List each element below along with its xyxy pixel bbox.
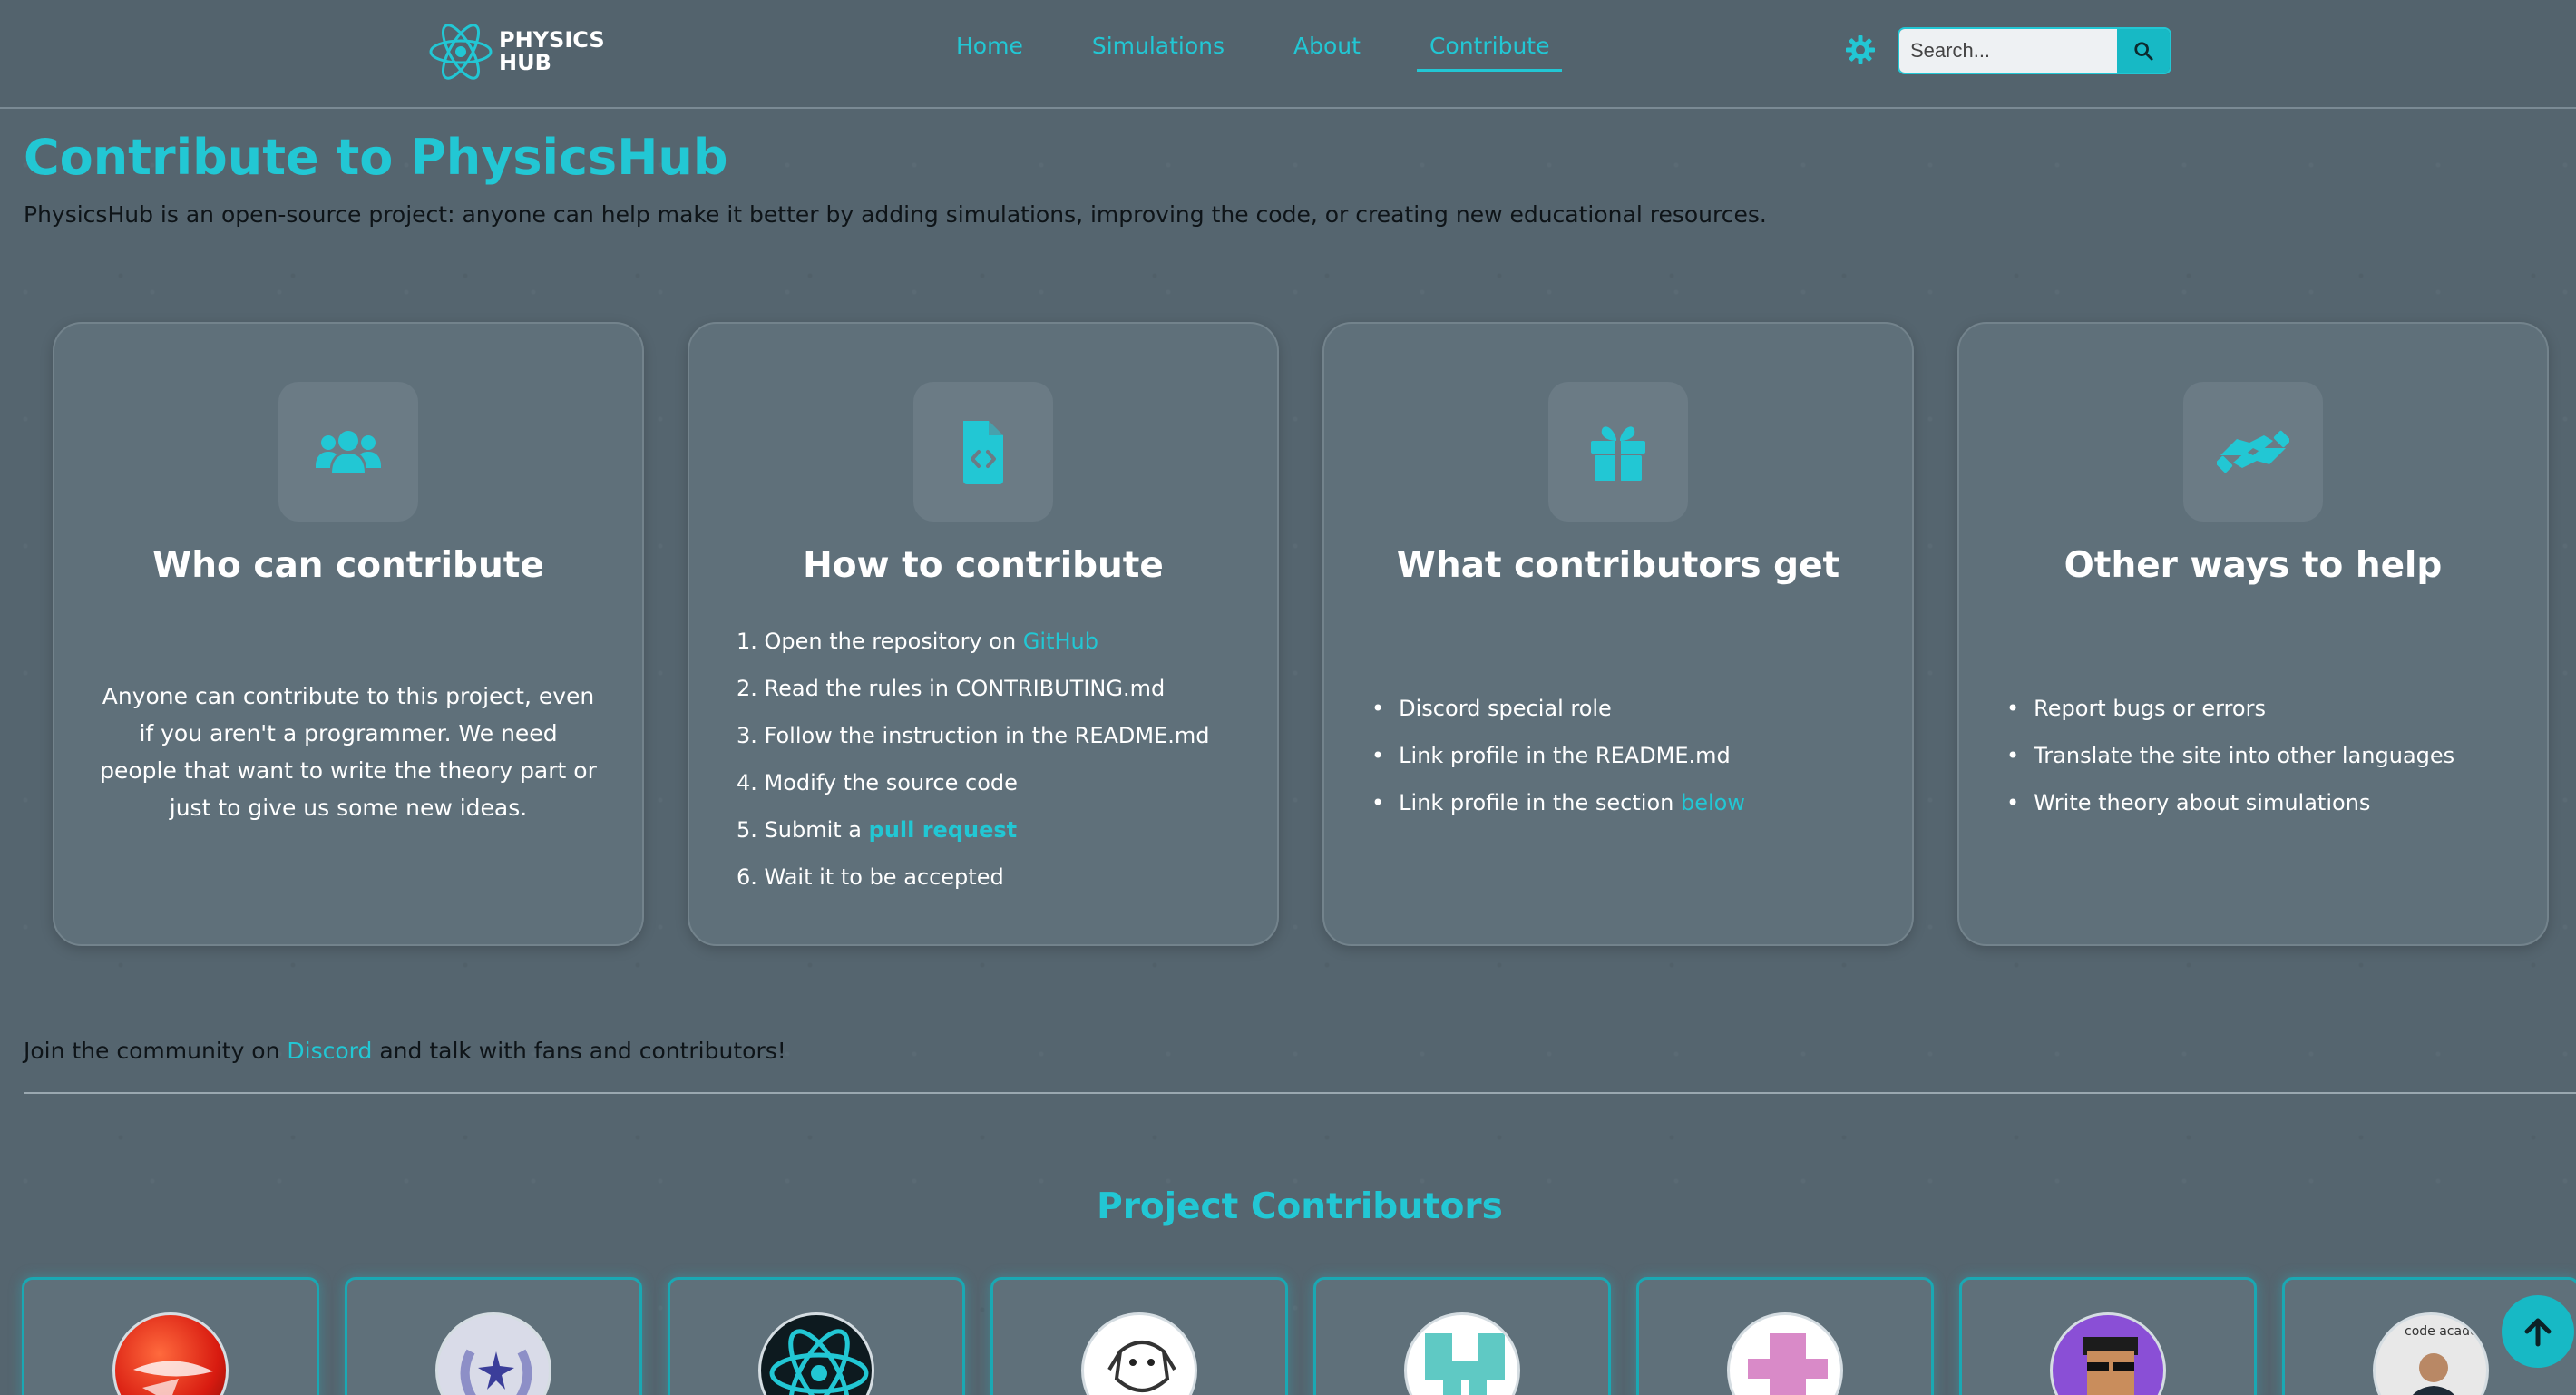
card-icon-box [2183,382,2323,522]
handshake-icon [2217,430,2289,473]
page-title: Contribute to PhysicsHub [24,129,728,186]
contributor-card[interactable] [345,1277,642,1395]
contributor-card[interactable] [668,1277,965,1395]
nav-simulations[interactable]: Simulations [1079,33,1237,72]
nav-about[interactable]: About [1281,33,1373,72]
card-icon-box [913,382,1053,522]
red-sphere-avatar [112,1312,229,1395]
teal-pixel-avatar [1404,1312,1520,1395]
github-link[interactable]: GitHub [1023,629,1098,654]
svg-text:code academy: code academy [2405,1324,2489,1339]
section-divider [24,1092,2576,1094]
card-title: What contributors get [1396,545,1840,586]
search-button[interactable] [2117,29,2170,73]
pull-request-link[interactable]: pull request [869,817,1018,843]
main-nav: Home Simulations About Contribute [943,33,1605,72]
search-icon [2134,42,2153,61]
list-item: 2. Read the rules in CONTRIBUTING.md [737,676,1166,701]
site-logo[interactable]: PHYSICS HUB [428,16,605,87]
laurel-star-avatar [435,1312,551,1395]
list-item: Report bugs or errors [2006,688,2454,736]
list-item: Write theory about simulations [2006,783,2454,830]
list-item: Discord special role [1371,688,1745,736]
navbar: PHYSICS HUB Home Simulations About Contr… [0,0,2576,109]
code-academy-avatar: code academy [2373,1312,2489,1395]
card-how-to-contribute: How to contribute 1. Open the repository… [688,322,1279,946]
atom-logo-icon [429,24,493,80]
list-item: 3. Follow the instruction in the README.… [737,723,1210,748]
benefits-list: Discord special role Link profile in the… [1371,688,1745,830]
sunglasses-avatar [2050,1312,2166,1395]
contributors-title: Project Contributors [1097,1186,1503,1227]
arrow-up-icon [2524,1318,2552,1347]
steps-list: 1. Open the repository on GitHub 2. Read… [737,621,1210,904]
pink-pixel-avatar [1727,1312,1843,1395]
logo-text: PHYSICS HUB [499,27,605,75]
contributor-card[interactable] [1959,1277,2257,1395]
card-title: Other ways to help [2064,545,2443,586]
users-icon [316,431,381,473]
intro-text: PhysicsHub is an open-source project: an… [24,201,1767,228]
list-item: Link profile in the section below [1371,783,1745,830]
card-text: Anyone can contribute to this project, e… [100,683,597,821]
card-other-ways-to-help: Other ways to help Report bugs or errors… [1957,322,2549,946]
card-title: Who can contribute [152,545,544,586]
list-item: Translate the site into other languages [2006,736,2454,783]
search-input[interactable] [1899,29,2117,73]
gift-icon [1591,426,1645,481]
contributor-card[interactable] [22,1277,319,1395]
scroll-to-top-button[interactable] [2502,1295,2574,1368]
discord-link[interactable]: Discord [287,1038,372,1064]
card-who-can-contribute: Who can contribute Anyone can contribute… [53,322,644,946]
card-what-contributors-get: What contributors get Discord special ro… [1322,322,1914,946]
card-icon-box [278,382,418,522]
card-icon-box [1548,382,1688,522]
contributor-card[interactable] [990,1277,1288,1395]
contributor-card[interactable] [1313,1277,1611,1395]
community-text: Join the community on Discord and talk w… [24,1038,786,1064]
list-item: 4. Modify the source code [737,770,1018,795]
nav-contribute[interactable]: Contribute [1416,33,1563,72]
nav-home[interactable]: Home [943,33,1036,72]
card-title: How to contribute [803,545,1164,586]
below-link[interactable]: below [1681,790,1745,815]
dog-sketch-avatar [1081,1312,1197,1395]
contributor-card[interactable] [1636,1277,1934,1395]
search-form [1898,27,2171,74]
help-list: Report bugs or errors Translate the site… [2006,688,2454,830]
list-item: 6. Wait it to be accepted [737,864,1004,890]
list-item: 1. Open the repository on GitHub [737,629,1098,654]
file-code-icon [963,421,1003,484]
list-item: Link profile in the README.md [1371,736,1745,783]
theme-toggle-gear-icon[interactable] [1845,34,1876,65]
list-item: 5. Submit a pull request [737,817,1018,843]
atom-avatar [758,1312,874,1395]
